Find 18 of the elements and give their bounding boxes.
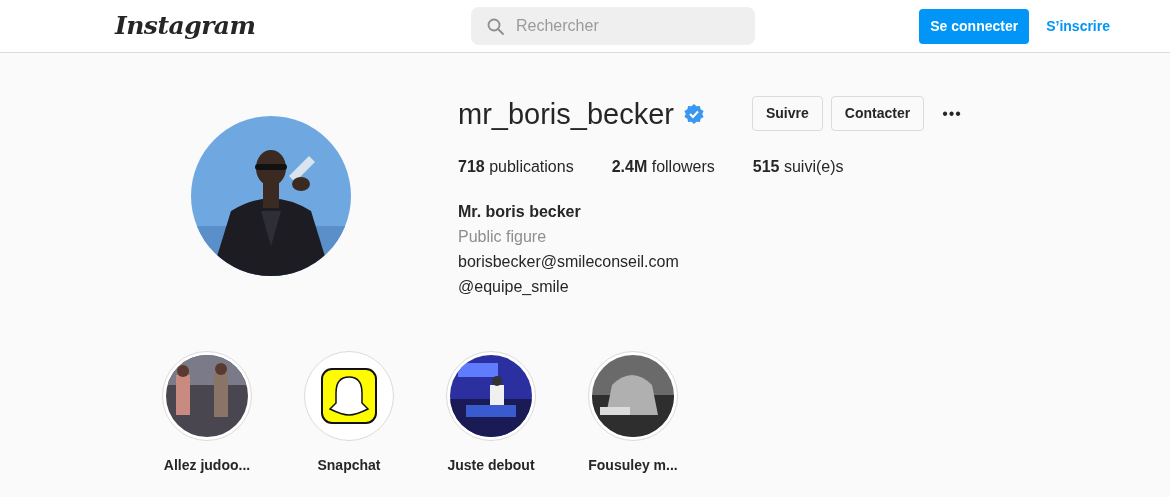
stat-text: 2.4M followers [611,157,715,177]
stat-text: 718 publications [458,157,574,177]
profile-button[interactable]: Contacter [830,96,925,131]
more-options-button[interactable]: ••• [940,101,964,126]
full-name: Mr. boris becker [458,202,582,222]
highlight-label: Juste debout [447,456,535,475]
search-field[interactable]: Rechercher [471,7,755,45]
username: mr_boris_becker [458,96,674,131]
highlight-label: Allez judoo... [163,456,251,475]
profile-button[interactable]: Suivre [752,96,823,131]
highlight-label: Snapchat [317,456,381,475]
bio-text: borisbecker@smileconseil.com [458,252,680,272]
logo[interactable]: Instagram [115,7,471,45]
search-icon [487,18,504,35]
highlight-label: Fousuley m... [588,456,678,475]
stat-text: 515 suivi(e)s [752,157,844,177]
category-text: Public figure [458,227,548,247]
bio-text: @equipe_smile [458,277,570,297]
